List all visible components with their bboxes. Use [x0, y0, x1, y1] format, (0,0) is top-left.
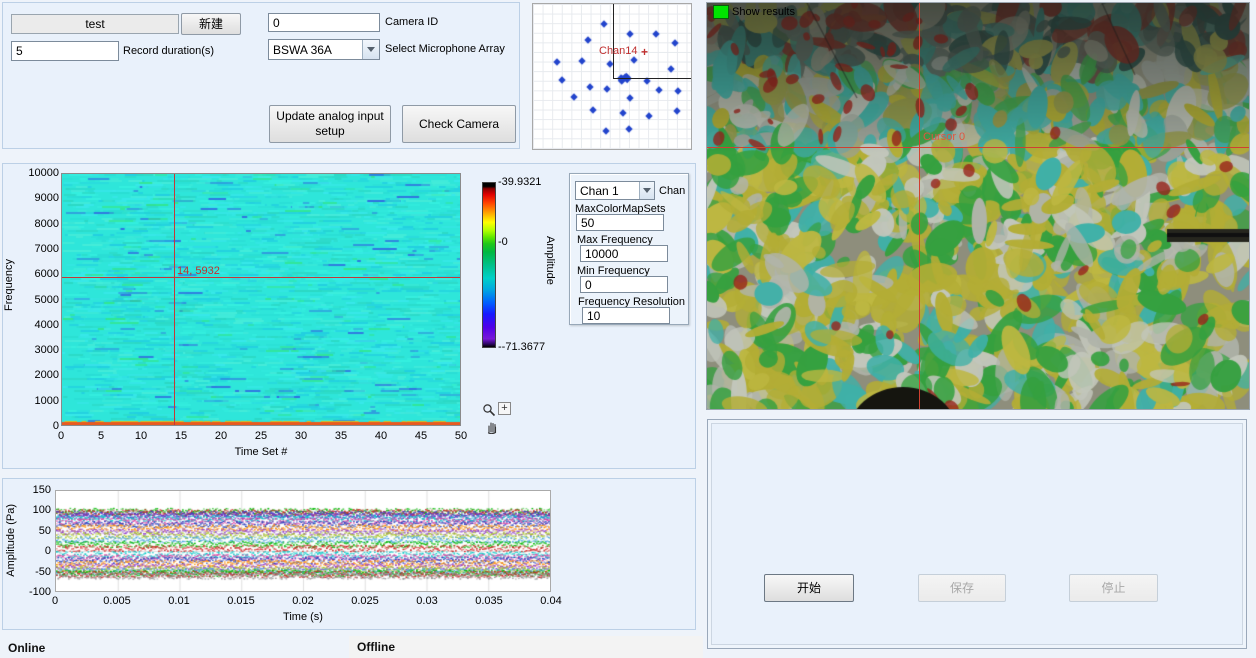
- check-camera-button[interactable]: Check Camera: [402, 105, 516, 143]
- mic-array-label: Select Microphone Array: [385, 43, 505, 55]
- mic-array-canvas: [533, 4, 691, 149]
- camera-view[interactable]: Cursor 0 Show results: [706, 2, 1250, 410]
- chevron-down-icon[interactable]: [362, 40, 379, 59]
- camera-cursor-horizontal[interactable]: [707, 147, 1249, 148]
- acoustic-camera-app: test 新建 5 Record duration(s) 0 Camera ID…: [0, 0, 1256, 658]
- max-frequency-input[interactable]: 10000: [580, 245, 668, 262]
- waveform-canvas: [56, 491, 550, 591]
- waveform-x-axis-title: Time (s): [55, 611, 551, 623]
- setup-panel: test 新建 5 Record duration(s) 0 Camera ID…: [2, 2, 520, 149]
- waveform-x-ticks: 00.0050.010.0150.020.0250.030.0350.04: [55, 595, 551, 608]
- spectrogram-x-axis-title: Time Set #: [61, 446, 461, 458]
- frequency-resolution-input[interactable]: 10: [582, 307, 670, 324]
- min-frequency-input[interactable]: 0: [580, 276, 668, 293]
- spectrogram-y-axis-title: Frequency: [3, 259, 15, 311]
- mic-array-select[interactable]: BSWA 36A: [268, 39, 380, 60]
- chevron-down-icon[interactable]: [639, 182, 654, 199]
- session-name-value: test: [85, 17, 104, 31]
- waveform-y-axis-title: Amplitude (Pa): [5, 504, 17, 577]
- spectrogram-panel: Frequency 100009000800070006000500040003…: [2, 163, 696, 469]
- colorbar-axis-title: Amplitude: [544, 236, 556, 285]
- mic-array-value: BSWA 36A: [269, 43, 362, 57]
- mic-cursor-cross-icon[interactable]: +: [641, 47, 648, 57]
- record-duration-label: Record duration(s): [123, 45, 214, 57]
- save-button[interactable]: 保存: [918, 574, 1006, 602]
- mic-cursor-label: Chan14: [599, 45, 638, 57]
- waveform-y-ticks: 150100500-50-100: [21, 490, 51, 592]
- maxcolormapsets-input[interactable]: 50: [576, 214, 664, 231]
- waveform-plot[interactable]: [55, 490, 551, 592]
- plus-box-icon[interactable]: +: [498, 402, 511, 415]
- chan-select[interactable]: Chan 1: [575, 181, 655, 200]
- camera-cursor-label: Cursor 0: [923, 131, 965, 143]
- session-name-field[interactable]: test: [11, 14, 179, 34]
- camera-id-label: Camera ID: [385, 16, 438, 28]
- camera-cursor-vertical[interactable]: [919, 3, 920, 409]
- spectrogram-canvas: [62, 174, 460, 425]
- spectrogram-cursor-horizontal[interactable]: [62, 277, 460, 278]
- show-results-label: Show results: [732, 6, 795, 18]
- camera-id-input[interactable]: 0: [268, 13, 380, 32]
- colorbar-min-label: --71.3677: [498, 341, 545, 353]
- mic-crosshair-horizontal: [613, 78, 691, 79]
- start-button[interactable]: 开始: [764, 574, 854, 602]
- spectrogram-x-ticks: 05101520253035404550: [61, 430, 461, 444]
- offline-status-bar: Offline: [349, 636, 703, 658]
- online-status-label: Online: [8, 641, 45, 655]
- magnifier-icon[interactable]: [482, 403, 496, 417]
- show-results-checkbox[interactable]: [713, 5, 729, 19]
- waveform-panel: Amplitude (Pa) 150100500-50-100 00.0050.…: [2, 478, 696, 630]
- hand-icon[interactable]: [485, 420, 499, 434]
- stop-button[interactable]: 停止: [1069, 574, 1158, 602]
- action-panel: 开始 保存 停止: [707, 419, 1247, 649]
- spectrogram-y-ticks: 1000090008000700060005000400030002000100…: [15, 173, 59, 426]
- offline-status-label: Offline: [357, 640, 395, 654]
- chan-select-value: Chan 1: [576, 184, 639, 198]
- spectrogram-plot[interactable]: 14, 5932: [61, 173, 461, 426]
- new-session-button[interactable]: 新建: [181, 13, 241, 35]
- mic-array-plot[interactable]: Chan14 +: [532, 3, 692, 150]
- spectrogram-cursor-vertical[interactable]: [174, 174, 175, 425]
- camera-heatmap-canvas: [707, 3, 1249, 409]
- spectrogram-controls-box: Chan 1 Chan MaxColorMapSets 50 Max Frequ…: [569, 173, 689, 325]
- chan-label: Chan: [659, 185, 685, 197]
- update-analog-input-button[interactable]: Update analog input setup: [269, 105, 391, 143]
- mic-crosshair-vertical: [613, 4, 614, 78]
- amplitude-colorbar: [482, 182, 496, 348]
- colorbar-max-label: -39.9321: [498, 176, 541, 188]
- colorbar-mid-label: -0: [498, 236, 508, 248]
- spectrogram-cursor-label: 14, 5932: [177, 265, 220, 277]
- record-duration-input[interactable]: 5: [11, 41, 119, 61]
